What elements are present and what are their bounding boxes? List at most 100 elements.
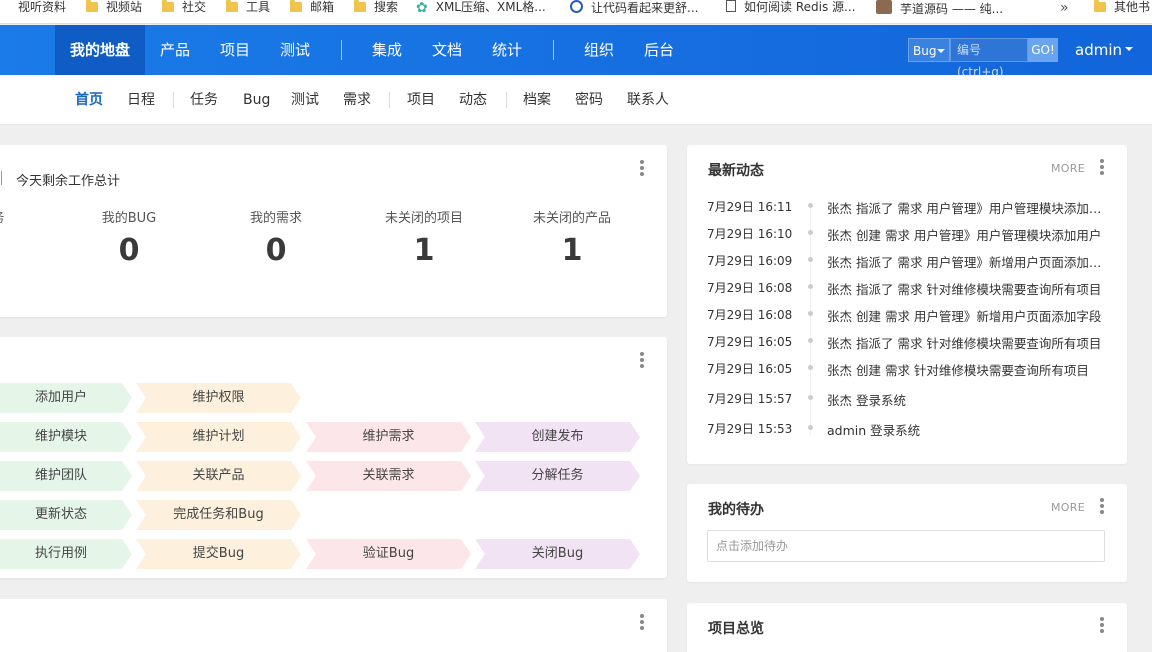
- activity-time: 7月29日 16:08: [707, 308, 793, 322]
- bookmark-item[interactable]: 让代码看起来更舒...: [570, 0, 698, 23]
- flow-step[interactable]: 完成任务和Bug: [136, 500, 301, 530]
- chevron-down-icon: [937, 49, 945, 57]
- bookmark-item[interactable]: 搜索: [354, 0, 399, 23]
- subnav-item-dynamic[interactable]: 动态: [459, 75, 487, 125]
- stat-value-open-projects[interactable]: 1: [364, 233, 484, 268]
- folder-icon: [162, 0, 174, 12]
- activity-text[interactable]: 张杰 创建 需求 用户管理》新增用户页面添加字段: [827, 306, 1102, 325]
- bookmark-item[interactable]: 社交: [162, 0, 206, 23]
- activity-text[interactable]: 张杰 指派了 需求 针对维修模块需要查询所有项目: [827, 333, 1102, 352]
- more-options-icon[interactable]: [640, 352, 644, 370]
- todo-more-link[interactable]: MORE: [1051, 501, 1085, 514]
- bookmark-label: 邮箱: [310, 0, 335, 14]
- flow-step[interactable]: 关闭Bug: [475, 539, 640, 569]
- activity-item: 7月29日 15:53 admin 登录系统: [687, 420, 1127, 446]
- search-input[interactable]: 编号(ctrl+g): [950, 38, 1028, 79]
- activity-text[interactable]: 张杰 登录系统: [827, 390, 1102, 409]
- add-todo-input[interactable]: 点击添加待办: [707, 530, 1105, 562]
- bottom-left-panel: [0, 599, 667, 652]
- stat-value-stories[interactable]: 0: [216, 233, 336, 268]
- bookmark-label: 工具: [246, 0, 271, 14]
- flow-step[interactable]: 更新状态: [0, 500, 132, 530]
- nav-item-my-dashboard[interactable]: 我的地盘: [55, 25, 146, 75]
- activity-more-link[interactable]: MORE: [1051, 162, 1085, 175]
- more-options-icon[interactable]: [1100, 498, 1104, 516]
- flow-step[interactable]: 提交Bug: [136, 539, 301, 569]
- bookmark-item[interactable]: ✿ XML压缩、XML格...: [416, 0, 546, 23]
- bookmark-item[interactable]: 如何阅读 Redis 源...: [726, 0, 855, 23]
- folder-icon: [290, 0, 302, 12]
- more-options-icon[interactable]: [640, 614, 644, 632]
- folder-icon: [1094, 0, 1106, 12]
- subnav-item-home[interactable]: 首页: [75, 75, 103, 125]
- bookmark-label: 其他书: [1114, 0, 1151, 14]
- flow-step[interactable]: 分解任务: [475, 461, 640, 491]
- subnav-item-task[interactable]: 任务: [190, 75, 218, 125]
- activity-text[interactable]: admin 登录系统: [827, 420, 1102, 439]
- bookmark-item[interactable]: 工具: [226, 0, 271, 23]
- stat-label-stories[interactable]: 我的需求: [216, 207, 336, 226]
- subnav-item-calendar[interactable]: 日程: [127, 75, 155, 125]
- flow-step[interactable]: 执行用例: [0, 539, 132, 569]
- flow-step[interactable]: 关联需求: [306, 461, 471, 491]
- more-options-icon[interactable]: [1100, 159, 1104, 177]
- bookmark-item[interactable]: 其他书: [1094, 0, 1151, 23]
- bookmark-item[interactable]: 视频站: [86, 0, 142, 23]
- subnav-item-test[interactable]: 测试: [291, 75, 319, 125]
- bookmark-label: 搜索: [374, 0, 399, 14]
- more-options-icon[interactable]: [640, 160, 644, 178]
- subnav-item-contacts[interactable]: 联系人: [627, 75, 669, 125]
- nav-item-organization[interactable]: 组织: [584, 25, 614, 75]
- project-overview-title: 项目总览: [708, 621, 764, 637]
- bookmark-item[interactable]: 视听资料: [0, 0, 66, 23]
- nav-item-admin[interactable]: 后台: [644, 25, 674, 75]
- subnav-item-story[interactable]: 需求: [343, 75, 371, 125]
- activity-text[interactable]: 张杰 创建 需求 针对维修模块需要查询所有项目: [827, 360, 1102, 379]
- bookmarks-overflow-button[interactable]: »: [1060, 0, 1069, 16]
- flow-step[interactable]: 创建发布: [475, 422, 640, 452]
- activity-text[interactable]: 张杰 创建 需求 用户管理》用户管理模块添加用户: [827, 225, 1102, 244]
- activity-text[interactable]: 张杰 指派了 需求 用户管理》新增用户页面添加字段: [827, 252, 1102, 271]
- nav-item-product[interactable]: 产品: [160, 25, 190, 75]
- flow-step[interactable]: 维护需求: [306, 422, 471, 452]
- stat-value-open-products[interactable]: 1: [512, 233, 632, 268]
- timeline-dot: [808, 311, 813, 316]
- bookmark-item[interactable]: 邮箱: [290, 0, 335, 23]
- stat-label-open-products[interactable]: 未关闭的产品: [512, 207, 632, 226]
- flow-step[interactable]: 维护模块: [0, 422, 132, 452]
- subnav-item-password[interactable]: 密码: [575, 75, 603, 125]
- activity-time: 7月29日 16:10: [707, 227, 793, 241]
- bookmark-item[interactable]: 芋道源码 —— 纯...: [876, 0, 1003, 23]
- nav-item-test[interactable]: 测试: [280, 25, 310, 75]
- nav-item-stats[interactable]: 统计: [492, 25, 522, 75]
- stat-label-bugs[interactable]: 我的BUG: [69, 207, 189, 226]
- activity-time: 7月29日 16:05: [707, 335, 793, 349]
- search-type-select[interactable]: Bug: [908, 38, 950, 62]
- flow-step[interactable]: 添加用户: [0, 383, 132, 413]
- flow-step[interactable]: 关联产品: [136, 461, 301, 491]
- subnav-item-project[interactable]: 项目: [407, 75, 435, 125]
- user-menu[interactable]: admin: [1075, 25, 1133, 75]
- nav-item-docs[interactable]: 文档: [432, 25, 462, 75]
- nav-item-integration[interactable]: 集成: [372, 25, 402, 75]
- flow-step[interactable]: 维护权限: [136, 383, 301, 413]
- activity-panel: 最新动态 MORE 7月29日 16:11 张杰 指派了 需求 用户管理》用户管理…: [687, 145, 1127, 464]
- folder-icon: [226, 0, 238, 12]
- flow-step[interactable]: 验证Bug: [306, 539, 471, 569]
- subnav-divider: [173, 92, 174, 108]
- activity-time: 7月29日 16:11: [707, 200, 793, 214]
- subnav-item-profile[interactable]: 档案: [523, 75, 551, 125]
- activity-text[interactable]: 张杰 指派了 需求 用户管理》用户管理模块添加用户: [827, 198, 1102, 217]
- subnav-item-bug[interactable]: Bug: [243, 75, 270, 125]
- activity-item: 7月29日 16:08 张杰 指派了 需求 针对维修模块需要查询所有项目: [687, 279, 1127, 305]
- flow-step[interactable]: 维护团队: [0, 461, 132, 491]
- activity-time: 7月29日 15:57: [707, 392, 793, 406]
- flow-step[interactable]: 维护计划: [136, 422, 301, 452]
- activity-item: 7月29日 15:57 张杰 登录系统: [687, 390, 1127, 416]
- go-button[interactable]: GO!: [1028, 38, 1058, 62]
- stat-label-open-projects[interactable]: 未关闭的项目: [364, 207, 484, 226]
- more-options-icon[interactable]: [1100, 617, 1104, 635]
- stat-value-bugs[interactable]: 0: [69, 233, 189, 268]
- nav-item-project[interactable]: 项目: [220, 25, 250, 75]
- activity-text[interactable]: 张杰 指派了 需求 针对维修模块需要查询所有项目: [827, 279, 1102, 298]
